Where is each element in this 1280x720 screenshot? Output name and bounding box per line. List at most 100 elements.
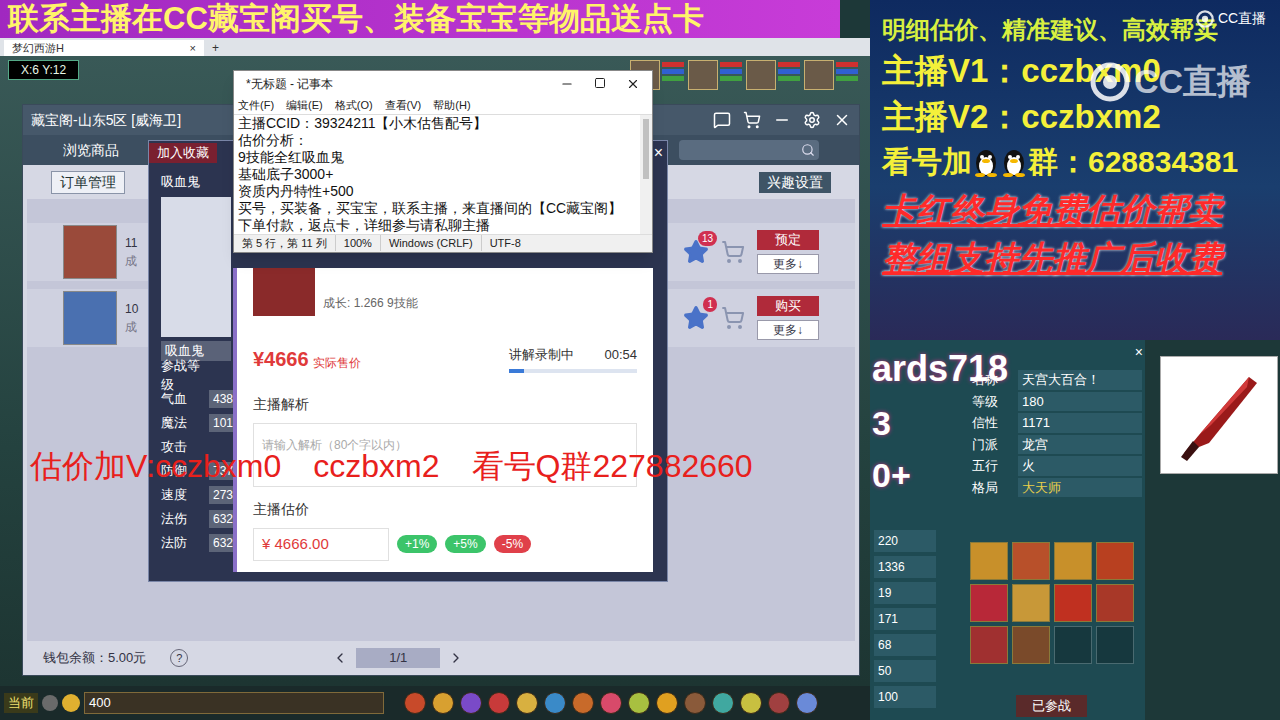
client-tab[interactable]: 梦幻西游H×	[4, 40, 204, 56]
chat-emoji-icon	[62, 694, 80, 712]
coords-box: X:6 Y:12	[8, 60, 79, 80]
notepad-maximize-icon[interactable]	[594, 77, 606, 89]
skill-grid	[970, 542, 1134, 664]
field-label: 格局	[972, 478, 1018, 498]
character-close[interactable]: ×	[1135, 342, 1143, 363]
favorite-header[interactable]: 加入收藏	[149, 143, 217, 163]
recording-progress	[509, 369, 637, 373]
qq-penguin-icon	[1000, 147, 1028, 177]
help-button[interactable]: ?	[170, 649, 188, 667]
adjust-button[interactable]: +5%	[445, 535, 485, 553]
listing-level: 11	[125, 234, 137, 252]
skill-icon[interactable]	[1054, 584, 1092, 622]
notepad-line: 主播CCID：39324211【小木估售配号】	[238, 115, 636, 132]
next-page-icon[interactable]	[448, 650, 464, 666]
skill-icon[interactable]	[1012, 584, 1050, 622]
interest-button[interactable]: 兴趣设置	[759, 172, 831, 193]
prev-page-icon[interactable]	[332, 650, 348, 666]
red-overlay-part: 估价加V:cczbxm0	[30, 442, 281, 490]
battle-button[interactable]: 已参战	[1016, 695, 1087, 717]
close-icon[interactable]	[833, 111, 851, 129]
field-value: 龙宫	[1018, 435, 1142, 455]
shortcut-icon[interactable]	[404, 692, 426, 714]
skill-icon[interactable]	[1054, 542, 1092, 580]
sale-price-label: 实际售价	[313, 354, 361, 374]
shortcut-icon[interactable]	[432, 692, 454, 714]
cc-logo-icon	[1090, 62, 1130, 102]
notepad-close-icon[interactable]	[626, 77, 640, 91]
skill-icon[interactable]	[1012, 542, 1050, 580]
shortcut-icon[interactable]	[768, 692, 790, 714]
pet-stat-label: 速度	[161, 485, 205, 505]
shortcut-icon[interactable]	[684, 692, 706, 714]
chat-channel[interactable]: 当前	[4, 693, 38, 713]
pet-stat-label: 参战等级	[161, 356, 205, 395]
listing-level: 10	[125, 300, 138, 318]
watermark-text: CC直播	[1134, 56, 1251, 107]
notepad-status-bar: 第 5 行，第 11 列100%Windows (CRLF)UTF-8	[234, 234, 652, 252]
client-tab-close[interactable]: ×	[190, 40, 196, 57]
skill-icon[interactable]	[970, 626, 1008, 664]
pet-close-button[interactable]: ×	[654, 141, 663, 165]
orders-button[interactable]: 订单管理	[51, 171, 125, 194]
chat-input[interactable]: 400	[84, 692, 384, 714]
number-box: 220	[874, 530, 936, 552]
cart-icon[interactable]	[743, 111, 761, 129]
shortcut-icon[interactable]	[628, 692, 650, 714]
shortcut-icon[interactable]	[544, 692, 566, 714]
shortcut-icon[interactable]	[600, 692, 622, 714]
skill-icon[interactable]	[1096, 542, 1134, 580]
settings-icon[interactable]	[803, 111, 821, 129]
portrait-slot	[804, 60, 858, 90]
client-tab-add[interactable]: +	[204, 40, 227, 56]
notepad-minimize-icon[interactable]	[560, 77, 574, 91]
notepad-menu-item[interactable]: 文件(F)	[238, 97, 274, 114]
shortcut-icon[interactable]	[796, 692, 818, 714]
red-overlay-part: 看号Q群227882660	[472, 442, 753, 490]
chat-voice-icon	[42, 695, 58, 711]
field-value: 火	[1018, 456, 1142, 476]
side-ad-panel: 明细估价、精准建议、高效帮卖主播V1：cczbxm0主播V2：cczbxm2看号…	[870, 0, 1280, 340]
character-big-a: 3	[872, 398, 891, 449]
character-field: 格局大天师	[972, 478, 1142, 498]
shortcut-icon[interactable]	[572, 692, 594, 714]
notepad-menu-item[interactable]: 查看(V)	[385, 97, 422, 114]
pet-portrait	[161, 197, 231, 337]
chat-icon[interactable]	[713, 111, 731, 129]
listing-more-button[interactable]: 更多↓	[757, 320, 819, 340]
estimate-title: 主播估价	[253, 499, 637, 520]
add-cart-icon[interactable]	[721, 240, 745, 264]
notepad-status-item: UTF-8	[481, 235, 529, 252]
shortcut-icon[interactable]	[460, 692, 482, 714]
add-cart-icon[interactable]	[721, 306, 745, 330]
pet-stat-label: 魔法	[161, 413, 205, 433]
skill-icon[interactable]	[970, 542, 1008, 580]
notepad-status-item: 第 5 行，第 11 列	[234, 235, 335, 252]
shortcut-icon[interactable]	[740, 692, 762, 714]
shortcut-icon[interactable]	[488, 692, 510, 714]
page-indicator: 1/1	[356, 648, 440, 668]
notepad-text[interactable]: 主播CCID：39324211【小木估售配号】估价分析：9技能全红吸血鬼基础底子…	[234, 114, 652, 234]
listing-more-button[interactable]: 更多↓	[757, 254, 819, 274]
character-field: 门派龙宫	[972, 435, 1142, 455]
cbg-nav-item[interactable]: 浏览商品	[63, 140, 119, 161]
shortcut-icon[interactable]	[656, 692, 678, 714]
skill-icon[interactable]	[1096, 584, 1134, 622]
shortcut-icon[interactable]	[712, 692, 734, 714]
skill-icon[interactable]	[970, 584, 1008, 622]
search-icon[interactable]	[801, 143, 815, 157]
listing-action-button[interactable]: 预定	[757, 230, 819, 250]
adjust-button[interactable]: +1%	[397, 535, 437, 553]
notepad-menu-item[interactable]: 编辑(E)	[286, 97, 323, 114]
estimate-input[interactable]: ¥ 4666.00	[253, 528, 389, 561]
listing-action-button[interactable]: 购买	[757, 296, 819, 316]
minimize-icon[interactable]	[773, 111, 791, 129]
shortcut-icon[interactable]	[516, 692, 538, 714]
adjust-button[interactable]: -5%	[494, 535, 531, 553]
cc-watermark-large: CC直播	[1090, 56, 1251, 107]
skill-icon[interactable]	[1012, 626, 1050, 664]
pet-stat-label: 气血	[161, 389, 205, 409]
notepad-menu-item[interactable]: 帮助(H)	[433, 97, 470, 114]
notepad-menu-item[interactable]: 格式(O)	[335, 97, 373, 114]
field-label: 五行	[972, 456, 1018, 476]
